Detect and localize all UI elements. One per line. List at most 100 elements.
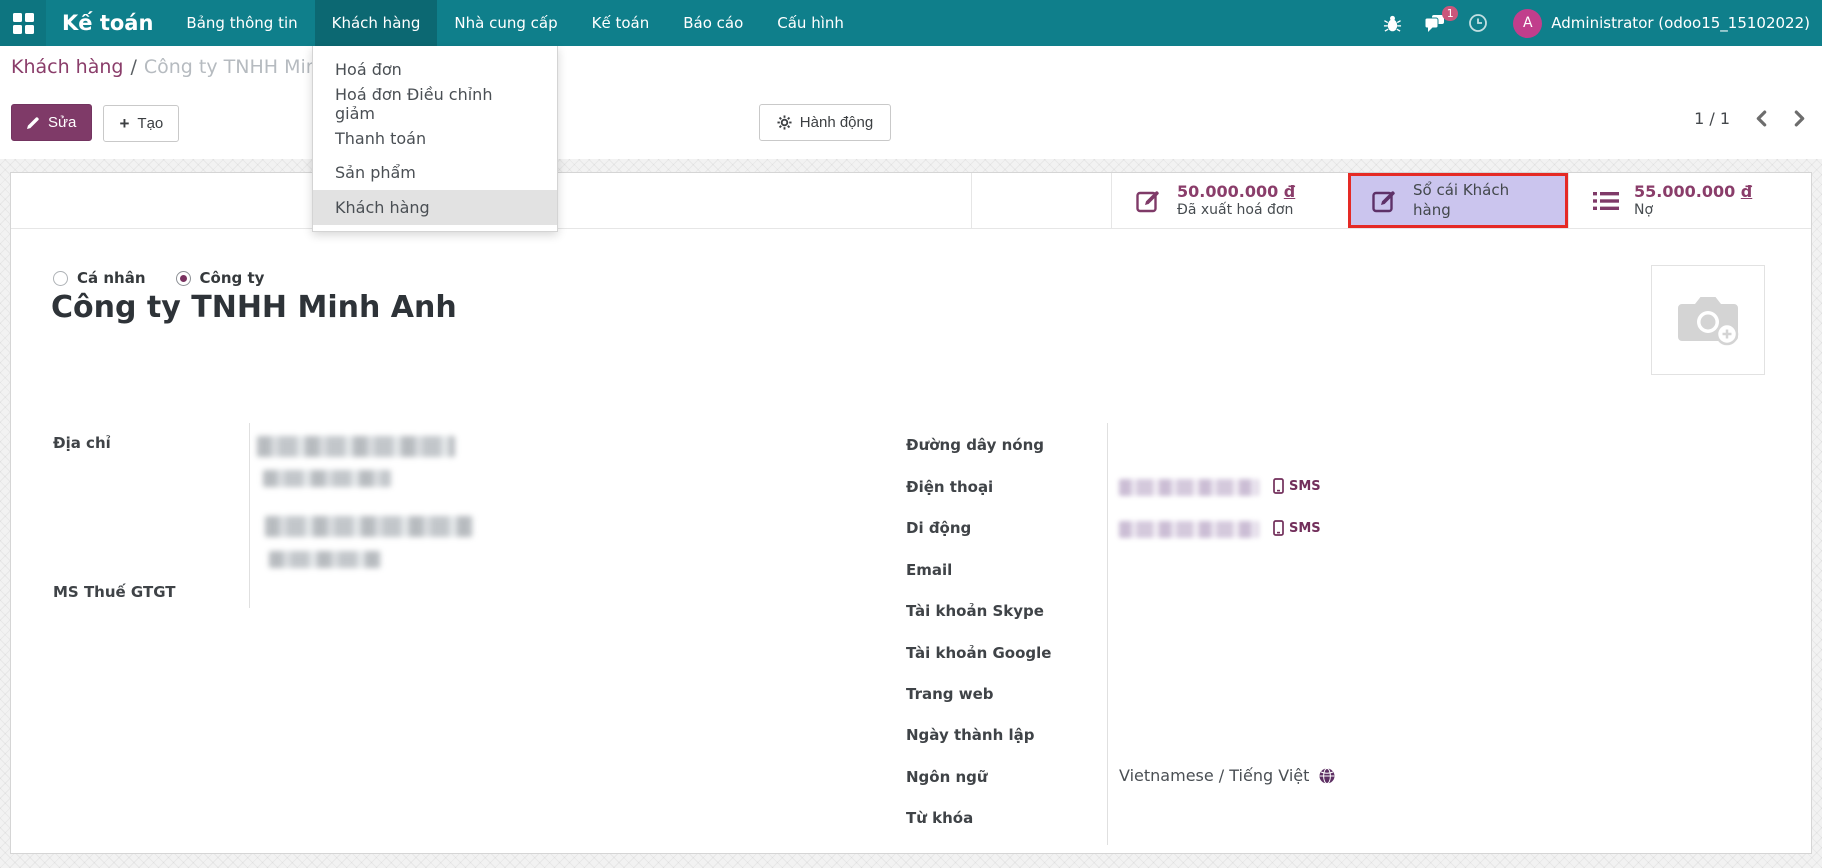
nav-item-configuration[interactable]: Cấu hình [760,0,861,46]
bug-icon [1383,14,1402,33]
pencil-icon [27,116,40,129]
keywords-label: Từ khóa [906,809,973,827]
avatar: A [1513,9,1542,38]
invoiced-stat-button[interactable]: 50.000.000 đ Đã xuất hoá đơn [1111,173,1348,228]
ledger-stat-label: Sổ cái Khách hàng [1413,181,1531,220]
company-logo-placeholder[interactable] [1651,265,1765,375]
redacted-address-line [257,436,455,457]
chevron-right-icon [1793,110,1806,127]
menu-item-payments[interactable]: Thanh toán [313,121,557,156]
menu-item-customers[interactable]: Khách hàng [313,190,557,225]
mobile-phone-icon [1273,520,1284,536]
create-button-label: Tạo [137,115,163,132]
menu-item-invoices[interactable]: Hoá đơn [313,52,557,87]
invoiced-stat-label: Đã xuất hoá đơn [1177,202,1295,220]
radio-person-circle [53,271,68,286]
pencil-square-icon [1372,188,1398,214]
nav-item-reports[interactable]: Báo cáo [666,0,760,46]
edit-button[interactable]: Sửa [11,104,92,141]
navbar-right: 1 A Administrator (odoo15_15102022) [1372,0,1822,46]
user-name: Administrator (odoo15_15102022) [1551,14,1810,32]
nav-item-dashboard[interactable]: Bảng thông tin [169,0,314,46]
language-text: Vietnamese / Tiếng Việt [1119,766,1309,785]
control-panel: Sửa + Tạo Hành động 1 / 1 [0,104,1822,142]
pager-previous-button[interactable] [1755,110,1768,127]
website-label: Trang web [906,685,994,703]
tax-id-label: MS Thuế GTGT [53,583,176,601]
redacted-address-line [269,551,381,568]
invoiced-stat-texts: 50.000.000 đ Đã xuất hoá đơn [1177,182,1295,220]
customer-ledger-stat-button-highlighted[interactable]: Sổ cái Khách hàng [1348,173,1568,228]
phone-sms-label: SMS [1289,479,1321,494]
radio-person-label: Cá nhân [77,269,146,287]
redacted-phone-value [1119,479,1259,496]
founded-label: Ngày thành lập [906,726,1035,744]
stat-button-box: 50.000.000 đ Đã xuất hoá đơn Sổ cái Khác… [11,173,1811,229]
odoo-window: Kế toán Bảng thông tin Khách hàng Nhà cu… [0,0,1822,868]
skype-label: Tài khoản Skype [906,602,1044,620]
nav-item-vendors[interactable]: Nhà cung cấp [437,0,574,46]
action-menu-button[interactable]: Hành động [759,104,891,141]
camera-plus-icon [1675,291,1741,349]
plus-icon: + [119,115,129,132]
user-menu[interactable]: A Administrator (odoo15_15102022) [1513,9,1810,38]
chevron-left-icon [1755,110,1768,127]
google-label: Tài khoản Google [906,644,1051,662]
stat-box-spacer [971,173,1111,228]
redacted-mobile-value [1119,521,1259,538]
mobile-label: Di động [906,519,971,537]
customers-dropdown-menu: Hoá đơn Hoá đơn Điều chỉnh giảm Thanh to… [312,46,558,232]
redacted-address-line [263,470,391,487]
invoiced-currency: đ [1284,182,1295,201]
nav-item-accounting[interactable]: Kế toán [575,0,667,46]
pencil-square-icon [1136,188,1162,214]
phone-sms-link[interactable]: SMS [1273,478,1321,494]
list-icon [1593,190,1619,212]
debit-currency: đ [1741,182,1752,201]
debit-amount: 55.000.000 [1634,182,1735,201]
nav-item-customers[interactable]: Khách hàng [315,0,438,46]
apps-grid-icon [13,13,34,34]
create-button[interactable]: + Tạo [103,105,179,142]
breadcrumb-divider: / [123,56,143,78]
messages-button[interactable]: 1 [1413,0,1457,46]
language-value[interactable]: Vietnamese / Tiếng Việt [1119,766,1335,785]
mobile-phone-icon [1273,478,1284,494]
app-brand[interactable]: Kế toán [46,0,169,46]
redacted-address-line [265,516,473,537]
clock-icon [1468,13,1488,33]
form-sheet: 50.000.000 đ Đã xuất hoá đơn Sổ cái Khác… [10,172,1812,854]
content-area: 50.000.000 đ Đã xuất hoá đơn Sổ cái Khác… [0,159,1822,868]
field-separator-right [1107,423,1108,845]
breadcrumb-parent-link[interactable]: Khách hàng [11,56,123,78]
debit-stat-texts: 55.000.000 đ Nợ [1634,182,1752,220]
mobile-sms-label: SMS [1289,521,1321,536]
company-type-selector: Cá nhân Công ty [53,269,264,287]
invoiced-amount: 50.000.000 [1177,182,1278,201]
menu-item-products[interactable]: Sản phẩm [313,156,557,191]
radio-company[interactable]: Công ty [176,269,265,287]
top-navbar: Kế toán Bảng thông tin Khách hàng Nhà cu… [0,0,1822,46]
radio-company-label: Công ty [200,269,265,287]
record-title[interactable]: Công ty TNHH Minh Anh [51,290,457,325]
language-label: Ngôn ngữ [906,768,988,786]
phone-label: Điện thoại [906,478,993,496]
globe-icon [1319,768,1335,784]
apps-menu-button[interactable] [0,0,46,46]
pager: 1 / 1 [1694,109,1806,128]
mobile-sms-link[interactable]: SMS [1273,520,1321,536]
hotline-label: Đường dây nóng [906,436,1044,454]
email-label: Email [906,561,952,579]
radio-company-circle-selected [176,271,191,286]
edit-button-label: Sửa [48,114,76,131]
field-separator-left [249,423,250,608]
radio-person[interactable]: Cá nhân [53,269,146,287]
pager-next-button[interactable] [1793,110,1806,127]
debug-menu-button[interactable] [1372,0,1413,46]
activities-button[interactable] [1457,0,1499,46]
debit-stat-button[interactable]: 55.000.000 đ Nợ [1568,173,1811,228]
messages-count-badge: 1 [1442,6,1458,21]
menu-item-credit-notes[interactable]: Hoá đơn Điều chỉnh giảm [313,87,557,122]
gear-icon [777,115,792,130]
action-menu-label: Hành động [800,114,873,131]
